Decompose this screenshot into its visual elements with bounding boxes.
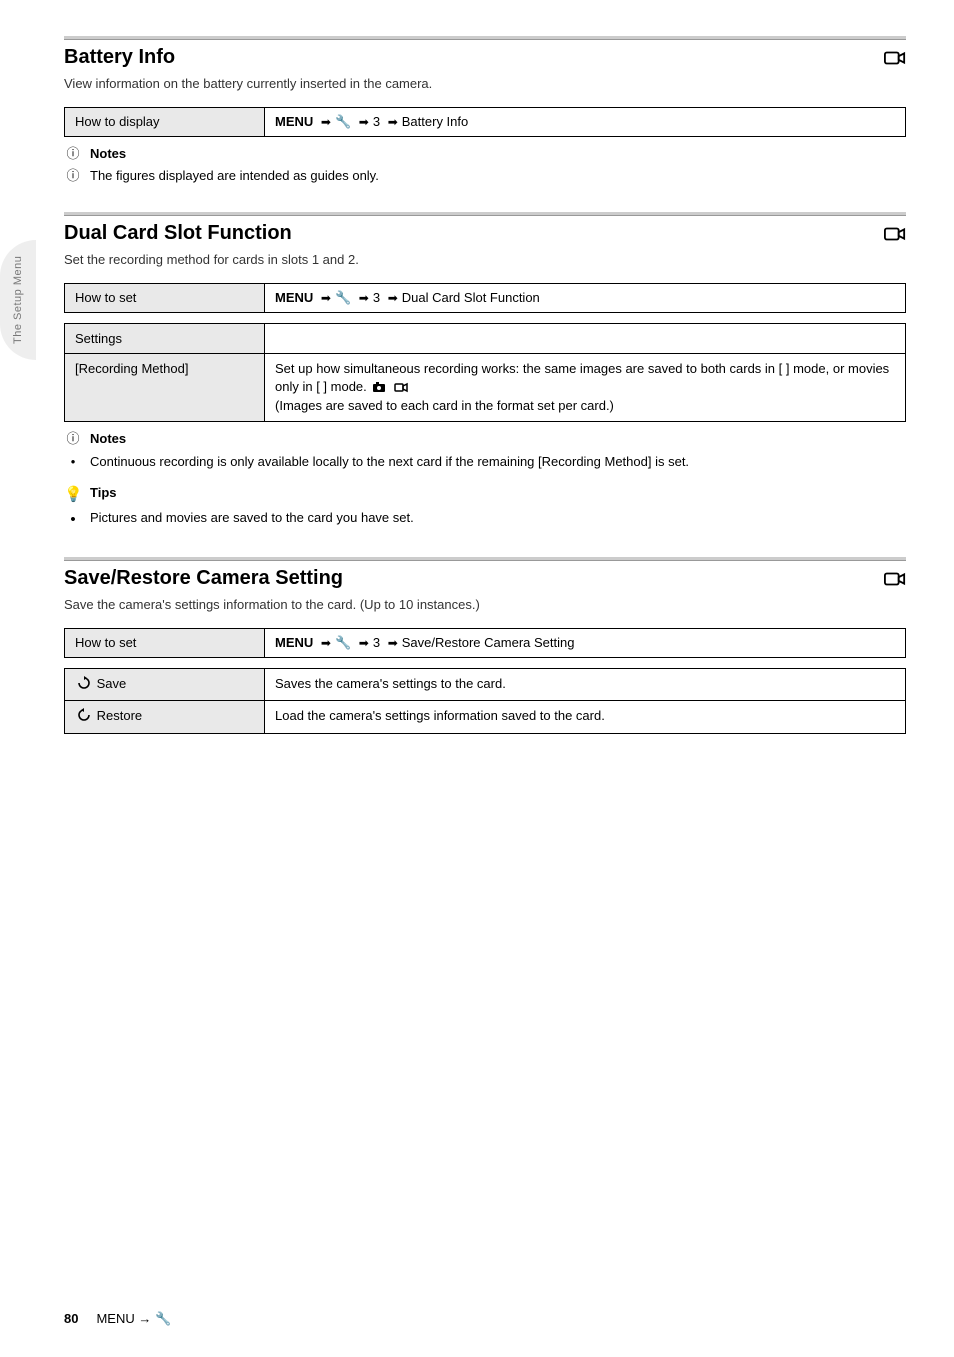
movie-mode-icon [884, 225, 906, 243]
tip-text: Pictures and movies are saved to the car… [90, 509, 414, 528]
menu-path-table: How to set MENU ➡ 🔧 ➡ 3 ➡ Save/Restore Came… [64, 628, 906, 658]
section-title-battery-info: Battery Info [64, 46, 175, 69]
menu-path-table: How to display MENU ➡ 🔧 ➡ 3 ➡ Battery Info [64, 107, 906, 137]
opt-key: [Recording Method] [65, 354, 265, 422]
rule [64, 212, 906, 216]
section-desc: View information on the battery currentl… [64, 75, 906, 93]
opts-header: Settings [65, 323, 265, 354]
menu-path: MENU ➡ 🔧 ➡ 3 ➡ Save/Restore Camera Setting [265, 628, 906, 657]
side-tab-label: The Setup Menu [0, 240, 36, 360]
bullet: • [64, 509, 82, 531]
movie-mode-icon [884, 570, 906, 588]
menu-step: 3 [373, 635, 380, 650]
options-table: Settings [Recording Method] Set up how s… [64, 323, 906, 422]
section-desc: Set the recording method for cards in sl… [64, 251, 906, 269]
menu-step: 🔧 [335, 114, 351, 129]
arrow-icon: ➡ [388, 291, 398, 305]
tips-block: 💡 Tips • Pictures and movies are saved to … [64, 484, 906, 532]
opt-val-line: (Images are saved to each card in the fo… [275, 398, 614, 413]
opt-key-text: Restore [97, 708, 143, 723]
menu-how-label: How to set [65, 283, 265, 312]
options-table: Save Saves the camera's settings to the … [64, 668, 906, 734]
arrow-icon: ➡ [359, 115, 369, 129]
section-title-dual-card: Dual Card Slot Function [64, 222, 292, 245]
tip-icon: 💡 [64, 484, 82, 506]
opts-header-blank [265, 323, 906, 354]
footer-crumb: MENU → 🔧 [96, 1311, 171, 1327]
bullet: • [64, 453, 82, 472]
section-desc: Save the camera's settings information t… [64, 596, 906, 614]
note-text: The figures displayed are intended as gu… [90, 167, 379, 186]
arrow-icon: ➡ [321, 636, 331, 650]
page-number: 80 [64, 1311, 78, 1327]
menu-step: Battery Info [402, 114, 468, 129]
info-icon: ⓘ [64, 167, 82, 186]
arrow-icon: ➡ [388, 636, 398, 650]
notes-heading: Notes [90, 430, 126, 449]
menu-step: 3 [373, 114, 380, 129]
opt-val: Set up how simultaneous recording works:… [265, 354, 906, 422]
menu-step: Dual Card Slot Function [402, 290, 540, 305]
menu-root: MENU [275, 290, 313, 305]
menu-path-table: How to set MENU ➡ 🔧 ➡ 3 ➡ Dual Card Slot Fu… [64, 283, 906, 313]
info-icon: ⓘ [64, 430, 82, 449]
menu-root: MENU [275, 114, 313, 129]
notes-block: ⓘ Notes • Continuous recording is only ava… [64, 430, 906, 472]
info-icon: ⓘ [64, 145, 82, 164]
opt-val-line: Set up how simultaneous recording works:… [275, 361, 889, 394]
notes-heading: Notes [90, 145, 126, 164]
opt-key-restore: Restore [65, 701, 265, 734]
menu-path: MENU ➡ 🔧 ➡ 3 ➡ Battery Info [265, 107, 906, 136]
movie-small-icon [394, 380, 408, 398]
opt-val: Load the camera's settings information s… [265, 701, 906, 734]
notes-block: ⓘ Notes ⓘ The figures displayed are intend… [64, 145, 906, 187]
arrow-icon: ➡ [321, 115, 331, 129]
menu-how-label: How to display [65, 107, 265, 136]
opt-val: Saves the camera's settings to the card. [265, 668, 906, 701]
movie-mode-icon [884, 49, 906, 67]
menu-path: MENU ➡ 🔧 ➡ 3 ➡ Dual Card Slot Function [265, 283, 906, 312]
note-text: Continuous recording is only available l… [90, 453, 689, 472]
camera-icon [372, 380, 386, 398]
section-title-save-restore: Save/Restore Camera Setting [64, 567, 343, 590]
arrow-icon: ➡ [359, 291, 369, 305]
rule [64, 36, 906, 40]
menu-root: MENU [275, 635, 313, 650]
arrow-icon: ➡ [321, 291, 331, 305]
menu-step: 🔧 [335, 290, 351, 305]
arrow-icon: ➡ [388, 115, 398, 129]
page-footer: 80 MENU → 🔧 [64, 1311, 171, 1327]
menu-step: Save/Restore Camera Setting [402, 635, 575, 650]
save-rotate-icon [77, 676, 91, 695]
opt-key-save: Save [65, 668, 265, 701]
restore-rotate-icon [77, 708, 91, 727]
rule [64, 557, 906, 561]
opt-key-text: Save [97, 676, 127, 691]
menu-how-label: How to set [65, 628, 265, 657]
arrow-icon: ➡ [359, 636, 369, 650]
menu-step: 3 [373, 290, 380, 305]
menu-step: 🔧 [335, 635, 351, 650]
tips-heading: Tips [90, 484, 117, 503]
